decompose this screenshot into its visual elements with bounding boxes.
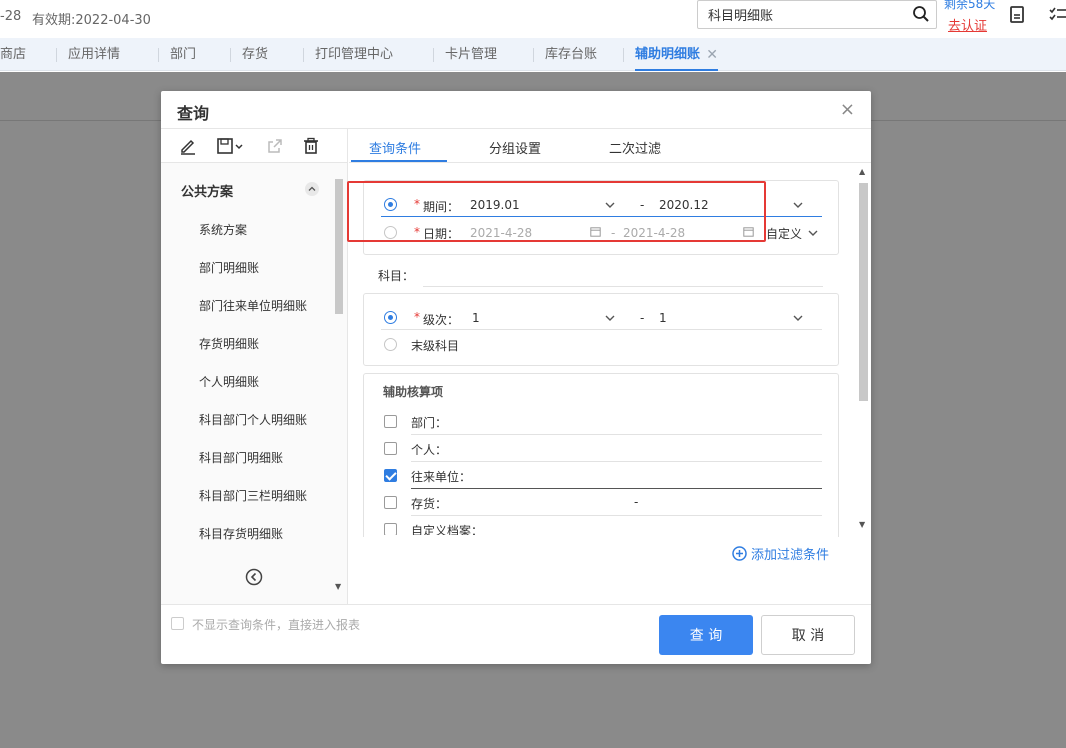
search-icon[interactable] [912, 5, 930, 23]
plus-circle-icon [732, 546, 747, 561]
aux-range-separator: - [634, 495, 639, 509]
close-icon[interactable]: × [840, 99, 855, 120]
scroll-down-icon[interactable]: ▼ [335, 582, 341, 591]
query-button[interactable]: 查 询 [659, 615, 753, 655]
delete-icon[interactable] [302, 137, 320, 155]
scheme-item[interactable]: 部门明细账 [199, 259, 259, 276]
aux-checkbox[interactable] [384, 523, 397, 535]
tab-app-detail[interactable]: 应用详情 [55, 38, 120, 71]
scheme-item[interactable]: 部门往来单位明细账 [199, 297, 307, 314]
scroll-up-icon[interactable]: ▲ [859, 167, 865, 176]
remaining-days: 剩余58天 [944, 0, 996, 11]
tab-close-icon[interactable]: ✕ [706, 38, 718, 72]
scheme-item[interactable]: 科目部门个人明细账 [199, 411, 307, 428]
skip-conditions-checkbox[interactable] [171, 617, 184, 630]
aux-label: 个人： [411, 443, 448, 457]
scheme-group-title: 公共方案 [181, 185, 234, 200]
level-radio[interactable] [384, 311, 397, 324]
condition-scrollbar[interactable]: ▲ ▼ [857, 167, 869, 529]
aux-label: 自定义档案： [411, 524, 484, 535]
collapse-left-icon[interactable] [245, 568, 263, 586]
checklist-icon[interactable] [1046, 4, 1066, 24]
highlight-box [347, 181, 766, 242]
tab-stock-ledger[interactable]: 库存台账 [532, 38, 597, 71]
aux-label: 往来单位： [411, 470, 472, 484]
subject-input-line[interactable] [423, 286, 823, 287]
leaf-label: 末级科目 [411, 339, 460, 353]
condition-tabs: 查询条件 分组设置 二次过滤 [349, 129, 871, 163]
tab-inventory[interactable]: 存货 [229, 38, 268, 71]
tab-secondary-filter[interactable]: 二次过滤 [609, 138, 661, 157]
required-mark: * [414, 310, 420, 324]
aux-checkbox[interactable] [384, 496, 397, 509]
top-bar: -28 有效期:2022-04-30 剩余58天 去认证 [0, 0, 1066, 38]
tab-card-manage[interactable]: 卡片管理 [432, 38, 497, 71]
scheme-item[interactable]: 科目部门三栏明细账 [199, 487, 307, 504]
save-menu-icon[interactable] [216, 137, 244, 155]
subject-label: 科目： [378, 269, 415, 283]
level-underline [381, 329, 822, 330]
scheme-item[interactable]: 系统方案 [199, 221, 247, 238]
aux-checkbox-checked[interactable] [384, 469, 397, 482]
chevron-down-icon[interactable] [792, 199, 804, 211]
search-input[interactable] [698, 1, 898, 28]
dialog-title: 查询 [177, 104, 210, 123]
certify-link[interactable]: 去认证 [948, 15, 987, 34]
app-tabs: 商店 应用详情 部门 存货 打印管理中心 卡片管理 库存台账 辅助明细账 ✕ [0, 38, 1066, 71]
skip-conditions-label: 不显示查询条件，直接进入报表 [192, 618, 361, 632]
header-fragment: -28 [0, 9, 22, 24]
leaf-radio[interactable] [384, 338, 397, 351]
tab-group-settings[interactable]: 分组设置 [489, 138, 541, 157]
scheme-item[interactable]: 存货明细账 [199, 335, 259, 352]
level-separator: - [640, 311, 645, 325]
tab-aux-detail[interactable]: 辅助明细账 ✕ [622, 38, 719, 72]
validity-text: 有效期:2022-04-30 [32, 13, 151, 28]
level-from-value[interactable]: 1 [472, 311, 480, 325]
tab-store[interactable]: 商店 [0, 38, 26, 71]
chevron-down-icon[interactable] [792, 312, 804, 324]
aux-label: 部门： [411, 416, 448, 430]
chevron-up-icon[interactable] [305, 182, 319, 196]
global-search[interactable] [697, 0, 937, 29]
level-label: 级次： [423, 313, 460, 327]
scheme-toolbar [161, 129, 347, 163]
aux-label: 存货： [411, 497, 448, 511]
export-icon[interactable] [266, 137, 284, 155]
date-mode-select[interactable]: 自定义 [766, 225, 802, 242]
chevron-down-icon[interactable] [604, 312, 616, 324]
cancel-button[interactable]: 取 消 [761, 615, 855, 655]
scheme-item[interactable]: 个人明细账 [199, 373, 259, 390]
scheme-scrollbar[interactable]: ▼ [333, 169, 345, 591]
scheme-item[interactable]: 科目存货明细账 [199, 525, 283, 542]
tab-print-center[interactable]: 打印管理中心 [302, 38, 393, 71]
scheme-panel: 公共方案 系统方案 部门明细账 部门往来单位明细账 存货明细账 个人明细账 科目… [161, 129, 348, 604]
tab-department[interactable]: 部门 [157, 38, 196, 71]
query-dialog: 查询 × 公共方案 系统方案 部门明细账 部门往来单位明细账 存货明细账 个人明… [161, 91, 871, 664]
scroll-down-icon[interactable]: ▼ [859, 520, 865, 529]
aux-title: 辅助核算项 [383, 385, 444, 399]
aux-clip: 自定义档案： [364, 518, 839, 535]
save-icon[interactable] [1007, 4, 1027, 24]
add-filter-link[interactable]: 添加过滤条件 [732, 544, 829, 563]
scheme-item[interactable]: 科目部门明细账 [199, 449, 283, 466]
tab-query-conditions[interactable]: 查询条件 [369, 138, 421, 157]
level-to-value[interactable]: 1 [659, 311, 667, 325]
edit-icon[interactable] [179, 137, 197, 155]
aux-checkbox[interactable] [384, 442, 397, 455]
tab-aux-detail-label: 辅助明细账 [635, 47, 701, 62]
aux-checkbox[interactable] [384, 415, 397, 428]
chevron-down-icon[interactable] [807, 227, 819, 239]
add-filter-label: 添加过滤条件 [751, 548, 830, 563]
